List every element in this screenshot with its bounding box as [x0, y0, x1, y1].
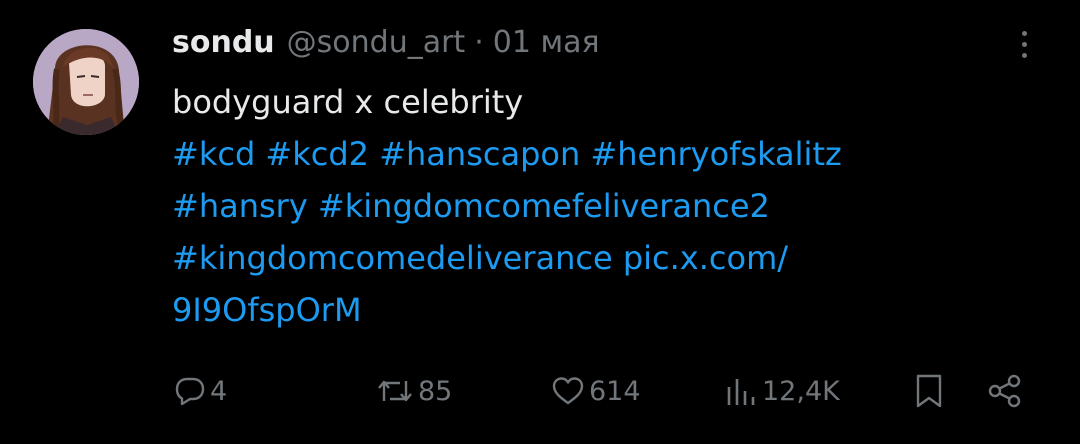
more-dot [1021, 41, 1027, 47]
views-count: 12,4K [762, 375, 840, 407]
hashtags-line-2: #hansry #kingdomcomefeliverance2 [172, 180, 992, 232]
retweet-arrows-icon [378, 380, 412, 402]
retweet-button[interactable]: 85 [376, 364, 452, 418]
more-dot [1021, 30, 1027, 36]
reply-count: 4 [210, 375, 228, 407]
tweet-header: sondu @sondu_art · 01 мая [172, 22, 600, 62]
action-bar: 4 85 614 12,4K [0, 364, 1080, 418]
header-separator: · [474, 24, 484, 60]
like-count: 614 [589, 375, 641, 407]
tweet-text-line: bodyguard x celebrity [172, 83, 524, 121]
more-dot [1021, 52, 1027, 58]
retweet-count: 85 [418, 375, 453, 407]
avatar-image [33, 29, 139, 135]
bookmark-button[interactable] [912, 364, 946, 418]
bookmark-icon [916, 374, 942, 408]
bar-chart-icon [727, 379, 755, 405]
share-button[interactable] [986, 364, 1024, 418]
heart-icon [552, 377, 584, 405]
hashtag-link[interactable]: #kcd2 [265, 135, 369, 173]
hashtag-link[interactable]: #henryofskalitz [590, 135, 841, 173]
user-handle[interactable]: @sondu_art [287, 25, 466, 60]
hashtag-link[interactable]: #hanscapon [379, 135, 580, 173]
views-button[interactable]: 12,4K [724, 364, 840, 418]
hashtag-link[interactable]: #kingdomcomefeliverance2 [318, 187, 770, 225]
like-button[interactable]: 614 [551, 364, 641, 418]
hashtag-link[interactable]: #kingdomcomedeliverance [172, 239, 613, 277]
avatar[interactable] [33, 29, 139, 135]
tweet-date[interactable]: 01 мая [493, 25, 600, 60]
more-vertical-icon[interactable] [1008, 24, 1040, 64]
tweet-text: bodyguard x celebrity #kcd #kcd2 #hansca… [172, 76, 992, 336]
hashtags-line-1: #kcd #kcd2 #hanscapon #henryofskalitz [172, 128, 992, 180]
hashtag-link[interactable]: #hansry [172, 187, 308, 225]
media-link-id[interactable]: 9I9OfspOrM [172, 291, 362, 329]
media-link[interactable]: pic.x.com/ [623, 239, 788, 277]
reply-button[interactable]: 4 [174, 364, 227, 418]
hashtag-link[interactable]: #kcd [172, 135, 255, 173]
hashtags-line-3: #kingdomcomedeliverance pic.x.com/ [172, 232, 992, 284]
display-name[interactable]: sondu [172, 25, 275, 60]
speech-bubble-icon [175, 377, 205, 406]
media-link-line: 9I9OfspOrM [172, 284, 992, 336]
share-icon [988, 374, 1021, 408]
tweet-card[interactable]: sondu @sondu_art · 01 мая bodyguard x ce… [0, 0, 1080, 444]
